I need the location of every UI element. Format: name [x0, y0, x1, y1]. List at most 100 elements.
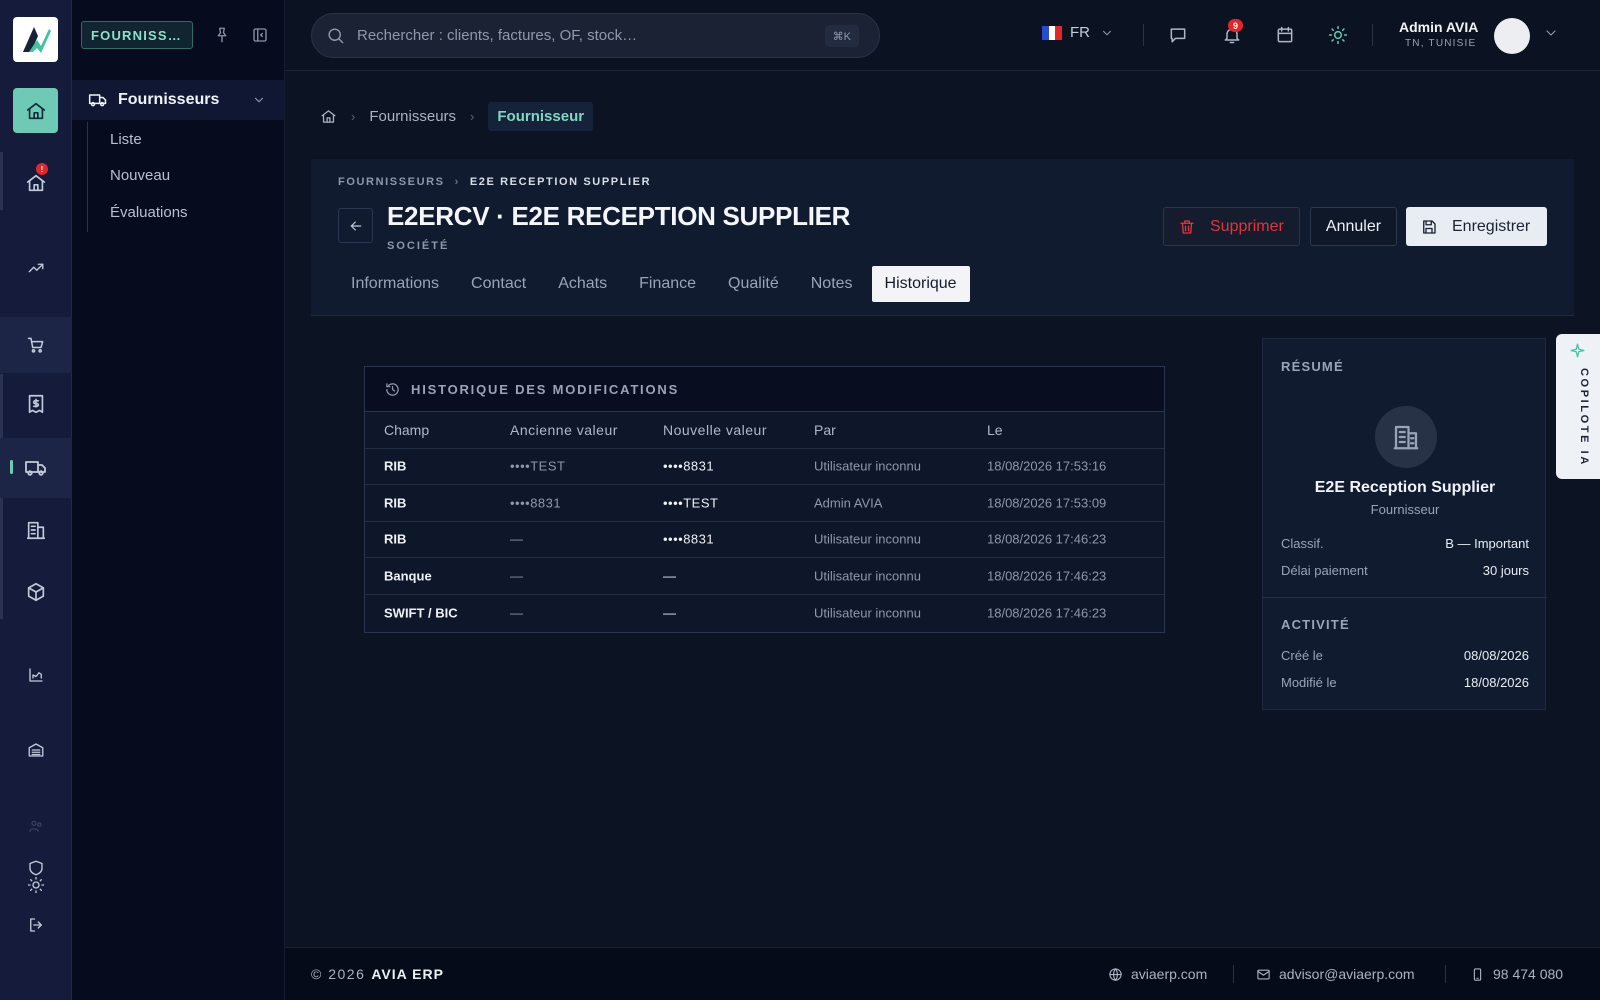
logo-mark — [22, 26, 51, 53]
footer-email: advisor@aviaerp.com — [1279, 966, 1415, 982]
copyright-text: © 2026 — [311, 966, 366, 982]
truck-icon — [88, 94, 107, 107]
column-header-le: Le — [987, 421, 1003, 438]
search-input[interactable]: Rechercher : clients, factures, OF, stoc… — [357, 27, 637, 44]
chart-icon — [29, 668, 43, 682]
table-row: SWIFT / BIC — — Utilisateur inconnu 18/0… — [365, 595, 1164, 632]
tab-notes[interactable]: Notes — [798, 266, 866, 302]
app-logo[interactable] — [13, 17, 58, 62]
rail-home-button[interactable] — [13, 88, 58, 133]
field-label: Modifié le — [1281, 675, 1337, 690]
activity-field-created: Créé le 08/08/2026 — [1281, 648, 1529, 663]
table-header-row: Champ Ancienne valeur Nouvelle valeur Pa… — [365, 412, 1164, 449]
tab-qualite[interactable]: Qualité — [715, 266, 792, 302]
collapse-sidebar-button[interactable] — [251, 26, 269, 44]
cell-date: 18/08/2026 17:46:23 — [987, 568, 1107, 584]
rail-invoices-button[interactable] — [0, 376, 72, 432]
tab-informations[interactable]: Informations — [338, 266, 452, 302]
language-selector[interactable]: FR — [1042, 24, 1114, 41]
page-subtitle: SOCIÉTÉ — [387, 240, 450, 252]
tab-achats[interactable]: Achats — [545, 266, 620, 302]
cell-date: 18/08/2026 17:53:16 — [987, 458, 1107, 474]
global-search[interactable]: Rechercher : clients, factures, OF, stoc… — [311, 13, 880, 58]
theme-toggle-button[interactable] — [1328, 25, 1348, 45]
save-button[interactable]: Enregistrer — [1406, 207, 1547, 246]
user-location: TN, TUNISIE — [1405, 38, 1477, 49]
user-name[interactable]: Admin AVIA — [1399, 19, 1478, 35]
sidebar-item-nouveau[interactable]: Nouveau — [110, 167, 170, 184]
logout-icon — [30, 918, 42, 932]
tab-finance[interactable]: Finance — [626, 266, 709, 302]
table-row: RIB ••••8831 ••••TEST Admin AVIA 18/08/2… — [365, 485, 1164, 522]
rail-analytics-button[interactable] — [0, 240, 72, 296]
table-row: RIB ••••TEST ••••8831 Utilisateur inconn… — [365, 449, 1164, 485]
page-title: E2ERCV · E2E RECEPTION SUPPLIER — [387, 201, 851, 231]
receipt-icon — [28, 394, 44, 414]
breadcrumb-current: Fournisseur — [488, 101, 594, 131]
column-header-champ: Champ — [384, 421, 430, 438]
avatar[interactable] — [1494, 18, 1530, 54]
footer-website-link[interactable]: aviaerp.com — [1108, 966, 1207, 982]
cell-date: 18/08/2026 17:46:23 — [987, 605, 1107, 621]
delete-button[interactable]: Supprimer — [1163, 207, 1300, 246]
rail-logout-button[interactable] — [0, 897, 72, 953]
cell-author: Utilisateur inconnu — [814, 531, 921, 547]
history-icon — [386, 382, 399, 396]
field-value: 30 jours — [1482, 563, 1529, 578]
summary-panel: RÉSUMÉ E2E Reception Supplier Fournisseu… — [1262, 338, 1547, 710]
pin-button[interactable] — [213, 26, 231, 44]
sidebar-group-fournisseurs[interactable]: Fournisseurs — [72, 80, 284, 120]
breadcrumb-separator-icon: › — [470, 108, 475, 124]
sidebar-module-title[interactable]: FOURNISS… — [81, 21, 193, 49]
activity-field-modified: Modifié le 18/08/2026 — [1281, 675, 1529, 690]
user-menu-button[interactable] — [1543, 25, 1559, 41]
footer-divider — [1445, 965, 1446, 983]
rail-companies-button[interactable] — [0, 502, 72, 558]
breadcrumb-link-fournisseurs[interactable]: Fournisseurs — [369, 108, 456, 125]
record-breadcrumb-section[interactable]: FOURNISSEURS — [338, 176, 445, 188]
warehouse-icon — [28, 743, 44, 757]
footer-copyright: © 2026 AVIA ERP — [311, 966, 444, 982]
home-icon[interactable] — [320, 108, 337, 125]
cell-new-value: — — [663, 605, 677, 621]
users-icon — [29, 820, 42, 832]
rail-stock-button[interactable] — [0, 564, 72, 620]
rail-reports-button[interactable] — [0, 647, 72, 703]
rail-purchases-button[interactable] — [0, 317, 72, 373]
cell-author: Admin AVIA — [814, 495, 883, 511]
rail-warehouse-button[interactable] — [0, 722, 72, 778]
footer-email-link[interactable]: advisor@aviaerp.com — [1256, 966, 1415, 982]
copilot-tab[interactable]: COPILOTE IA — [1556, 334, 1600, 479]
cell-old-value: — — [510, 568, 524, 584]
language-code: FR — [1070, 24, 1090, 41]
rail-suppliers-button[interactable] — [0, 438, 72, 498]
flag-fr-icon — [1042, 25, 1063, 40]
tab-contact[interactable]: Contact — [458, 266, 539, 302]
building-icon — [1393, 425, 1419, 450]
cancel-button[interactable]: Annuler — [1310, 207, 1397, 246]
cell-old-value: — — [510, 531, 524, 547]
globe-icon — [1109, 967, 1122, 981]
sidebar-item-evaluations[interactable]: Évaluations — [110, 204, 188, 221]
cell-field: RIB — [384, 458, 407, 474]
activity-title: ACTIVITÉ — [1281, 617, 1350, 632]
cell-new-value: ••••8831 — [663, 531, 715, 547]
cell-date: 18/08/2026 17:53:09 — [987, 495, 1107, 511]
rail-alerts-button[interactable]: ! — [0, 155, 72, 211]
tab-historique[interactable]: Historique — [871, 266, 970, 302]
summary-field-delai: Délai paiement 30 jours — [1281, 563, 1529, 578]
cell-field: SWIFT / BIC — [384, 605, 458, 621]
sidebar-item-liste[interactable]: Liste — [110, 131, 142, 148]
back-button[interactable] — [338, 208, 373, 243]
cell-new-value: — — [663, 568, 677, 584]
message-icon — [1170, 28, 1186, 43]
footer-phone-link[interactable]: 98 474 080 — [1470, 966, 1563, 982]
mail-icon — [1257, 969, 1270, 979]
calendar-button[interactable] — [1275, 25, 1295, 45]
messages-button[interactable] — [1168, 25, 1188, 45]
breadcrumb-separator-icon: › — [351, 108, 356, 124]
cell-author: Utilisateur inconnu — [814, 605, 921, 621]
cell-field: Banque — [384, 568, 432, 584]
supplier-avatar — [1375, 406, 1437, 468]
field-label: Délai paiement — [1281, 563, 1368, 578]
